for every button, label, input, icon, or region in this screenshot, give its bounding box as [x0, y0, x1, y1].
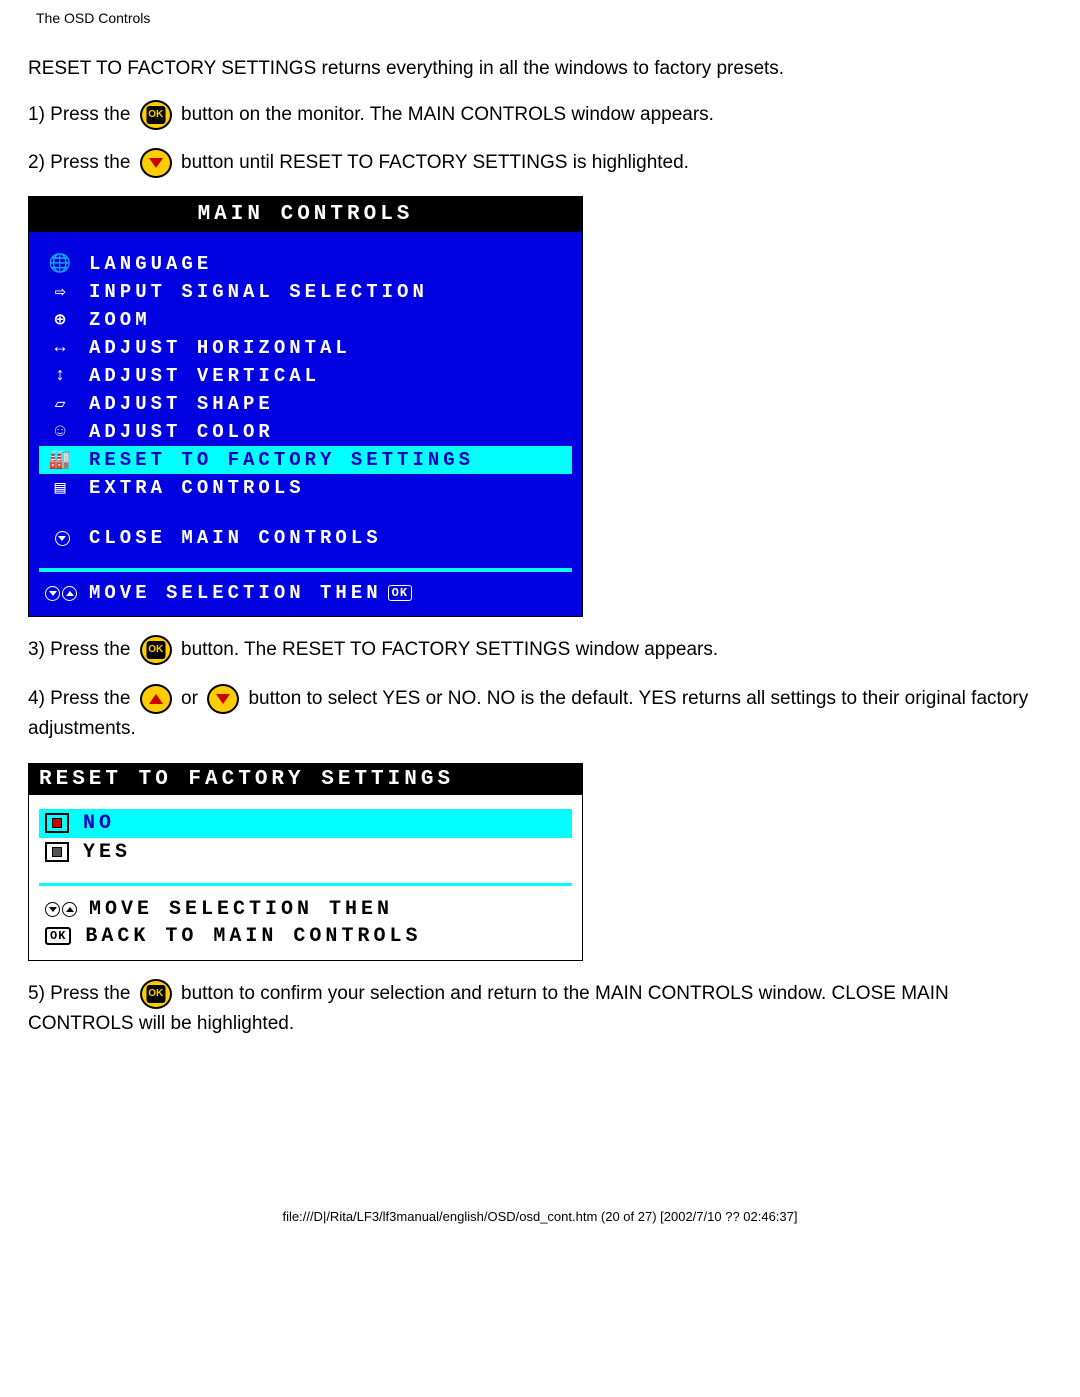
close-label: CLOSE MAIN CONTROLS [89, 527, 382, 549]
ok-button-icon: OK [140, 100, 172, 130]
horizontal-icon: ↔ [45, 338, 79, 358]
menu-label: ADJUST VERTICAL [89, 365, 320, 387]
menu-extra-controls[interactable]: ▤ EXTRA CONTROLS [39, 474, 572, 502]
ok-button-icon: OK [140, 635, 172, 665]
option-no-label: NO [83, 812, 115, 835]
menu-adjust-vertical[interactable]: ↕ ADJUST VERTICAL [39, 362, 572, 390]
osd2-title: RESET TO FACTORY SETTINGS [29, 764, 582, 795]
option-yes-label: YES [83, 841, 131, 864]
osd2-f2-text: BACK TO MAIN CONTROLS [85, 925, 421, 948]
step-3-b: button. The RESET TO FACTORY SETTINGS wi… [181, 639, 718, 660]
step-1-a: 1) Press the [28, 104, 136, 125]
option-yes[interactable]: YES [39, 838, 572, 867]
ok-chip-icon: OK [388, 585, 412, 601]
step-2: 2) Press the button until RESET TO FACTO… [28, 148, 1052, 178]
step-5-a: 5) Press the [28, 983, 136, 1004]
ok-button-icon: OK [140, 979, 172, 1009]
checkbox-icon [45, 813, 69, 833]
menu-label: ADJUST HORIZONTAL [89, 337, 351, 359]
step-4-a: 4) Press the [28, 688, 136, 709]
osd-reset-factory: RESET TO FACTORY SETTINGS NO YES MOVE SE… [28, 763, 583, 961]
page-header: The OSD Controls [36, 10, 1052, 26]
menu-label: LANGUAGE [89, 253, 212, 275]
globe-icon: 🌐 [45, 253, 79, 275]
menu-reset-factory[interactable]: 🏭 RESET TO FACTORY SETTINGS [39, 446, 572, 474]
close-icon [45, 531, 79, 546]
osd2-f1-text: MOVE SELECTION THEN [89, 898, 393, 921]
osd-main-controls: MAIN CONTROLS 🌐 LANGUAGE ⇨ INPUT SIGNAL … [28, 196, 583, 617]
step-2-b: button until RESET TO FACTORY SETTINGS i… [181, 152, 689, 173]
down-button-icon [140, 148, 172, 178]
option-no[interactable]: NO [39, 809, 572, 838]
osd2-footer-2: OK BACK TO MAIN CONTROLS [39, 923, 572, 950]
shape-icon: ▱ [45, 393, 79, 415]
osd2-footer-1: MOVE SELECTION THEN [39, 896, 572, 923]
up-button-icon [140, 684, 172, 714]
zoom-icon: ⊕ [45, 309, 79, 331]
arrow-in-icon: ⇨ [45, 281, 79, 303]
step-5: 5) Press the OK button to confirm your s… [28, 979, 1052, 1040]
menu-label: ZOOM [89, 309, 151, 331]
step-1: 1) Press the OK button on the monitor. T… [28, 100, 1052, 130]
menu-label: RESET TO FACTORY SETTINGS [89, 449, 474, 471]
menu-label: ADJUST SHAPE [89, 393, 274, 415]
down-button-icon [207, 684, 239, 714]
up-down-icon [45, 902, 79, 917]
palette-icon: ☺ [45, 422, 79, 442]
intro-text: RESET TO FACTORY SETTINGS returns everyt… [28, 56, 1052, 82]
step-3: 3) Press the OK button. The RESET TO FAC… [28, 635, 1052, 665]
step-4-c: button to select YES or NO. NO is the de… [28, 688, 1028, 739]
step-1-b: button on the monitor. The MAIN CONTROLS… [181, 104, 714, 125]
up-down-icon [45, 586, 79, 601]
step-2-a: 2) Press the [28, 152, 136, 173]
ok-chip-icon: OK [45, 927, 71, 945]
menu-label: INPUT SIGNAL SELECTION [89, 281, 428, 303]
factory-icon: 🏭 [45, 449, 79, 471]
step-4-b: or [181, 688, 203, 709]
menu-zoom[interactable]: ⊕ ZOOM [39, 306, 572, 334]
osd1-title: MAIN CONTROLS [29, 197, 582, 232]
vertical-icon: ↕ [45, 366, 79, 386]
menu-language[interactable]: 🌐 LANGUAGE [39, 250, 572, 278]
menu-adjust-color[interactable]: ☺ ADJUST COLOR [39, 418, 572, 446]
menu-close[interactable]: CLOSE MAIN CONTROLS [39, 524, 572, 552]
checkbox-icon [45, 842, 69, 862]
step-4: 4) Press the or button to select YES or … [28, 684, 1052, 745]
osd1-footer: MOVE SELECTION THEN OK [39, 568, 572, 608]
menu-adjust-horizontal[interactable]: ↔ ADJUST HORIZONTAL [39, 334, 572, 362]
footer-file-path: file:///D|/Rita/LF3/lf3manual/english/OS… [28, 1199, 1052, 1244]
footer-text: MOVE SELECTION THEN [89, 582, 382, 604]
list-icon: ▤ [45, 477, 79, 499]
menu-label: EXTRA CONTROLS [89, 477, 305, 499]
menu-label: ADJUST COLOR [89, 421, 274, 443]
menu-input-signal[interactable]: ⇨ INPUT SIGNAL SELECTION [39, 278, 572, 306]
step-3-a: 3) Press the [28, 639, 136, 660]
menu-adjust-shape[interactable]: ▱ ADJUST SHAPE [39, 390, 572, 418]
